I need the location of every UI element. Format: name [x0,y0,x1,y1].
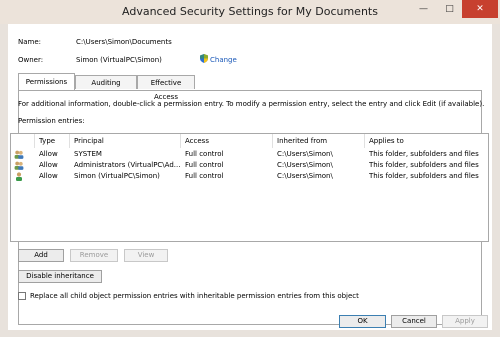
replace-child-permissions-checkbox[interactable] [18,292,26,300]
permission-entries-list[interactable]: Type Principal Access Inherited from App… [10,133,489,242]
owner-label: Owner: [18,56,44,64]
view-button[interactable]: View [124,249,168,262]
row-type: Allow [39,161,58,169]
row-access: Full control [185,150,224,158]
col-header-access[interactable]: Access [181,134,273,148]
user-group-icon [14,150,24,159]
row-type: Allow [39,172,58,180]
add-button[interactable]: Add [18,249,64,262]
change-owner-link[interactable]: Change [210,56,237,64]
title-bar: Advanced Security Settings for My Docume… [0,0,500,24]
row-access: Full control [185,172,224,180]
table-row[interactable]: Allow Administrators (VirtualPC\Ad... Fu… [11,160,488,171]
row-type: Allow [39,150,58,158]
col-header-icon [11,134,35,148]
row-applies-to: This folder, subfolders and files [369,150,479,158]
disable-inheritance-button[interactable]: Disable inheritance [18,270,102,283]
tab-permissions[interactable]: Permissions [18,73,75,90]
remove-button[interactable]: Remove [70,249,118,262]
tab-effective-access[interactable]: Effective Access [137,75,195,101]
maximize-button[interactable]: □ [437,0,462,18]
cancel-button[interactable]: Cancel [391,315,437,328]
row-principal: Administrators (VirtualPC\Ad... [74,161,180,169]
row-inherited-from: C:\Users\Simon\ [277,161,333,169]
user-group-icon [14,161,24,170]
row-principal: SYSTEM [74,150,102,158]
row-applies-to: This folder, subfolders and files [369,161,479,169]
user-icon [16,172,22,181]
permission-entries-label: Permission entries: [18,117,85,125]
name-label: Name: [18,38,42,46]
owner-value: Simon (VirtualPC\Simon) [76,56,162,64]
ok-button[interactable]: OK [339,315,386,328]
close-button[interactable]: ✕ [462,0,498,18]
replace-child-permissions-label[interactable]: Replace all child object permission entr… [30,292,359,300]
col-header-applies-to[interactable]: Applies to [365,134,488,148]
col-header-inherited-from[interactable]: Inherited from [273,134,365,148]
col-header-principal[interactable]: Principal [70,134,181,148]
info-text: For additional information, double-click… [18,100,485,108]
row-inherited-from: C:\Users\Simon\ [277,172,333,180]
row-access: Full control [185,161,224,169]
row-applies-to: This folder, subfolders and files [369,172,479,180]
col-header-type[interactable]: Type [35,134,70,148]
apply-button[interactable]: Apply [442,315,488,328]
table-row[interactable]: Allow SYSTEM Full control C:\Users\Simon… [11,149,488,160]
uac-shield-icon [200,54,208,63]
minimize-button[interactable]: — [410,0,437,18]
table-row[interactable]: Allow Simon (VirtualPC\Simon) Full contr… [11,171,488,182]
row-inherited-from: C:\Users\Simon\ [277,150,333,158]
tab-auditing[interactable]: Auditing [75,75,137,89]
name-value: C:\Users\Simon\Documents [76,38,172,46]
row-principal: Simon (VirtualPC\Simon) [74,172,160,180]
